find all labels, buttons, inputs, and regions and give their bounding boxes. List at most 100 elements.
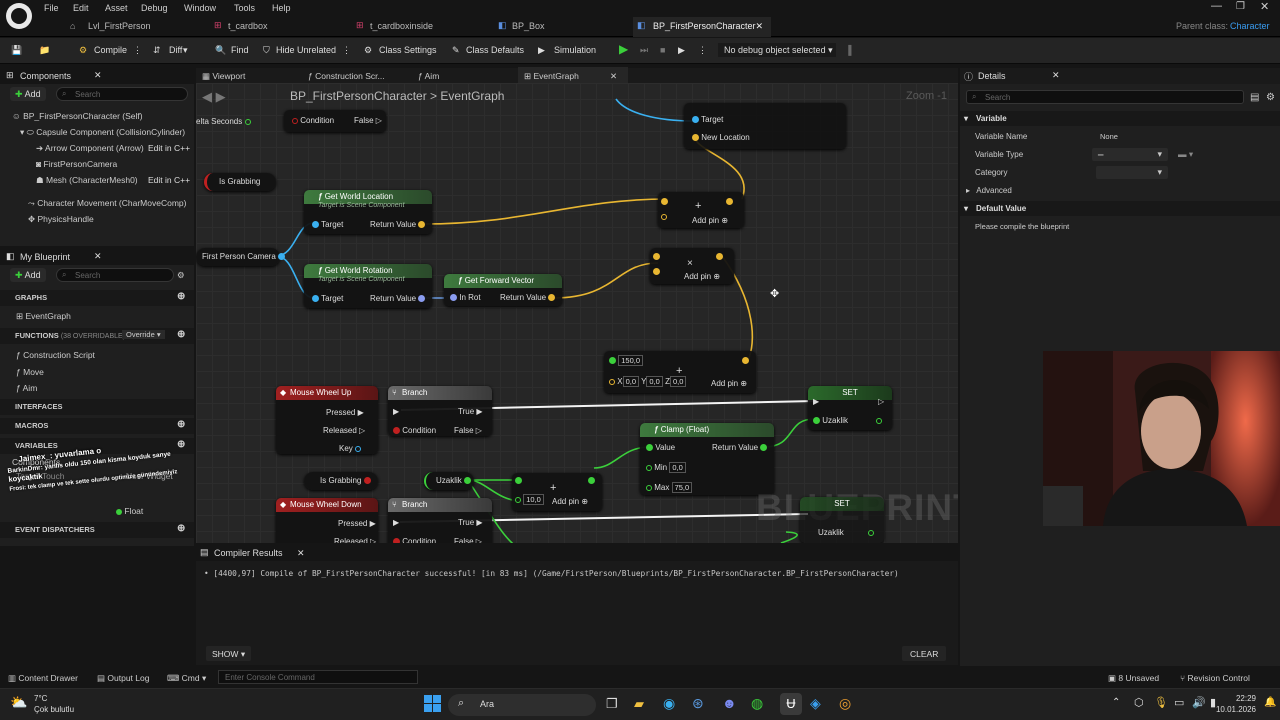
section-macros[interactable]: MACROS ⊕ <box>0 418 194 434</box>
discord-icon[interactable]: ☻ <box>722 695 737 711</box>
pin-new-location[interactable]: New Location <box>692 133 750 142</box>
close-panel-icon[interactable]: ✕ <box>94 70 102 81</box>
component-camera[interactable]: ◙ FirstPersonCamera <box>36 159 117 169</box>
pin-condition[interactable]: Condition <box>393 426 436 435</box>
close-panel-icon[interactable]: ✕ <box>1052 70 1060 81</box>
add-icon[interactable]: ⊕ <box>177 329 185 340</box>
function-item[interactable]: ƒ Move <box>16 367 44 377</box>
step-icon[interactable]: ⏭ <box>640 45 648 56</box>
exec-in[interactable]: ▶ <box>813 397 819 406</box>
class-settings-button[interactable]: Class Settings <box>379 45 437 55</box>
volume-icon[interactable]: 🔊 <box>1192 696 1206 709</box>
section-default-value[interactable]: ▾ Default Value <box>960 201 1280 216</box>
function-item[interactable]: ƒ Aim <box>16 383 37 393</box>
close-panel-icon[interactable]: ✕ <box>94 251 102 262</box>
input-pin[interactable]: 10,0 <box>515 494 544 505</box>
pin-target[interactable]: Target <box>312 294 343 303</box>
pin-released[interactable]: Released ▷ <box>334 537 376 543</box>
pin-pressed[interactable]: Pressed ▶ <box>326 408 364 417</box>
value-field[interactable]: 150,0 <box>618 355 644 366</box>
graph-item-eventgraph[interactable]: ⊞ EventGraph <box>16 311 71 322</box>
menu-asset[interactable]: Asset <box>105 3 128 13</box>
unreal-logo[interactable] <box>6 3 32 29</box>
menu-edit[interactable]: Edit <box>73 3 89 13</box>
add-icon[interactable]: ⊕ <box>177 291 185 302</box>
table-view-icon[interactable]: ▤ <box>1250 92 1259 103</box>
clock-date[interactable]: 10.01.2026 <box>1213 705 1256 714</box>
mouse-wheel-down-event-node[interactable]: ◆ Mouse Wheel Down Pressed ▶ Released ▷ <box>276 498 378 543</box>
graph-nav-arrows[interactable]: ◀ ▶ <box>202 89 226 105</box>
exec-out[interactable]: ▷ <box>878 397 884 406</box>
section-graphs[interactable]: GRAPHS ⊕ <box>0 290 194 306</box>
pin-uzaklik[interactable]: Uzaklik <box>818 528 844 537</box>
clamp-float-node[interactable]: ƒ Clamp (Float) Value Return Value Min 0… <box>640 423 774 495</box>
section-event-dispatchers[interactable]: EVENT DISPATCHERS ⊕ <box>0 522 194 538</box>
tab-eventgraph[interactable]: ⊞ EventGraph ✕ <box>518 67 628 83</box>
compile-button[interactable]: Compile <box>94 45 127 55</box>
menu-help[interactable]: Help <box>272 3 291 13</box>
get-is-grabbing-node[interactable]: Is Grabbing <box>204 173 276 191</box>
tab-lvl-firstperson[interactable]: ⌂ Lvl_FirstPerson <box>70 17 200 37</box>
component-physicshandle[interactable]: ✥ PhysicsHandle <box>28 214 94 225</box>
breadcrumb-leaf[interactable]: EventGraph <box>440 89 504 103</box>
clock-time[interactable]: 22:29 <box>1226 694 1256 703</box>
menu-window[interactable]: Window <box>184 3 216 13</box>
show-button[interactable]: SHOW ▾ <box>206 646 252 661</box>
vector-input[interactable]: X 0,0 Y 0,0 Z 0,0 <box>609 376 687 387</box>
tab-bp-firstpersoncharacter[interactable]: ◧ BP_FirstPersonCharacter ✕ <box>633 17 771 37</box>
component-arrow[interactable]: ➔ Arrow Component (Arrow) <box>36 143 144 154</box>
pin-true[interactable]: True ▶ <box>458 407 483 416</box>
add-vector-node[interactable]: + Add pin ⊕ <box>658 192 744 228</box>
components-search[interactable]: ⌕ Search <box>56 87 188 101</box>
output-pin[interactable] <box>876 416 882 425</box>
notification-icon[interactable]: 🔔 <box>1264 697 1276 708</box>
pin-min[interactable]: Min 0,0 <box>646 462 686 473</box>
pin-false[interactable]: False ▷ <box>454 426 482 435</box>
eject-icon[interactable]: ▶ <box>678 45 685 56</box>
task-view-icon[interactable]: ❐ <box>606 696 618 712</box>
edge-browser-icon[interactable]: ◉ <box>663 695 675 712</box>
add-float-node[interactable]: 10,0 + Add pin ⊕ <box>512 473 602 511</box>
edit-cpp-link[interactable]: Edit in C++ <box>148 175 190 185</box>
tab-t-cardbox[interactable]: ⊞ t_cardbox <box>212 17 352 37</box>
pin-return-value[interactable]: Return Value <box>370 294 426 303</box>
pin-value[interactable]: Value <box>646 443 675 452</box>
get-world-location-node[interactable]: ƒ Get World Location Target is Scene Comp… <box>304 190 432 234</box>
settings-icon[interactable]: ⚙ <box>177 270 185 281</box>
pin-false[interactable]: False ▷ <box>354 116 382 125</box>
pin-uzaklik[interactable]: Uzaklik <box>813 416 848 425</box>
windows-start-icon[interactable] <box>424 695 442 713</box>
app-icon[interactable]: ◈ <box>810 695 821 712</box>
variable-type-dropdown[interactable]: ━ ▾ <box>1092 148 1168 161</box>
chevron-down-icon[interactable]: ▾ <box>183 45 188 56</box>
category-dropdown[interactable]: ▾ <box>1096 166 1168 179</box>
debug-object-select[interactable]: No debug object selected ▾ <box>718 43 836 57</box>
stop-icon[interactable]: ■ <box>660 45 665 55</box>
output-pin[interactable] <box>742 356 749 365</box>
add-component-button[interactable]: ✚ Add <box>10 87 46 101</box>
set-location-node-partial[interactable]: Target New Location <box>684 103 846 149</box>
output-pin[interactable] <box>726 197 733 206</box>
parent-class-link[interactable]: Character <box>1214 17 1270 37</box>
value-field[interactable]: 10,0 <box>523 494 544 505</box>
section-variable[interactable]: ▾ Variable <box>960 111 1280 126</box>
exec-in[interactable]: ▶ <box>393 407 399 416</box>
input-pin[interactable] <box>661 197 668 206</box>
input-pin[interactable] <box>653 267 660 276</box>
pin-false[interactable]: False ▷ <box>454 537 482 543</box>
output-log-button[interactable]: ▤ Output Log <box>97 673 149 684</box>
simulation-button[interactable]: Simulation <box>554 45 596 55</box>
pin-return-value[interactable]: Return Value <box>500 293 556 302</box>
tab-construction-script[interactable]: ƒ Construction Scr... <box>308 71 385 81</box>
pin-key[interactable]: Key <box>339 444 362 453</box>
menu-file[interactable]: File <box>44 3 59 13</box>
pin-delta-seconds[interactable]: elta Seconds <box>196 117 251 126</box>
section-functions[interactable]: FUNCTIONS (38 OVERRIDABLE) Override ▾ ⊕ <box>0 328 194 344</box>
weather-desc[interactable]: Çok bulutlu <box>34 705 74 714</box>
mouse-wheel-up-event-node[interactable]: ◆ Mouse Wheel Up Pressed ▶ Released ▷ Key <box>276 386 378 454</box>
input-pin[interactable] <box>653 252 660 261</box>
container-type-icon[interactable]: ▬ ▾ <box>1178 149 1193 160</box>
add-icon[interactable]: ⊕ <box>177 523 185 534</box>
clear-button[interactable]: CLEAR <box>902 646 947 661</box>
value-field[interactable]: 0,0 <box>669 462 686 473</box>
